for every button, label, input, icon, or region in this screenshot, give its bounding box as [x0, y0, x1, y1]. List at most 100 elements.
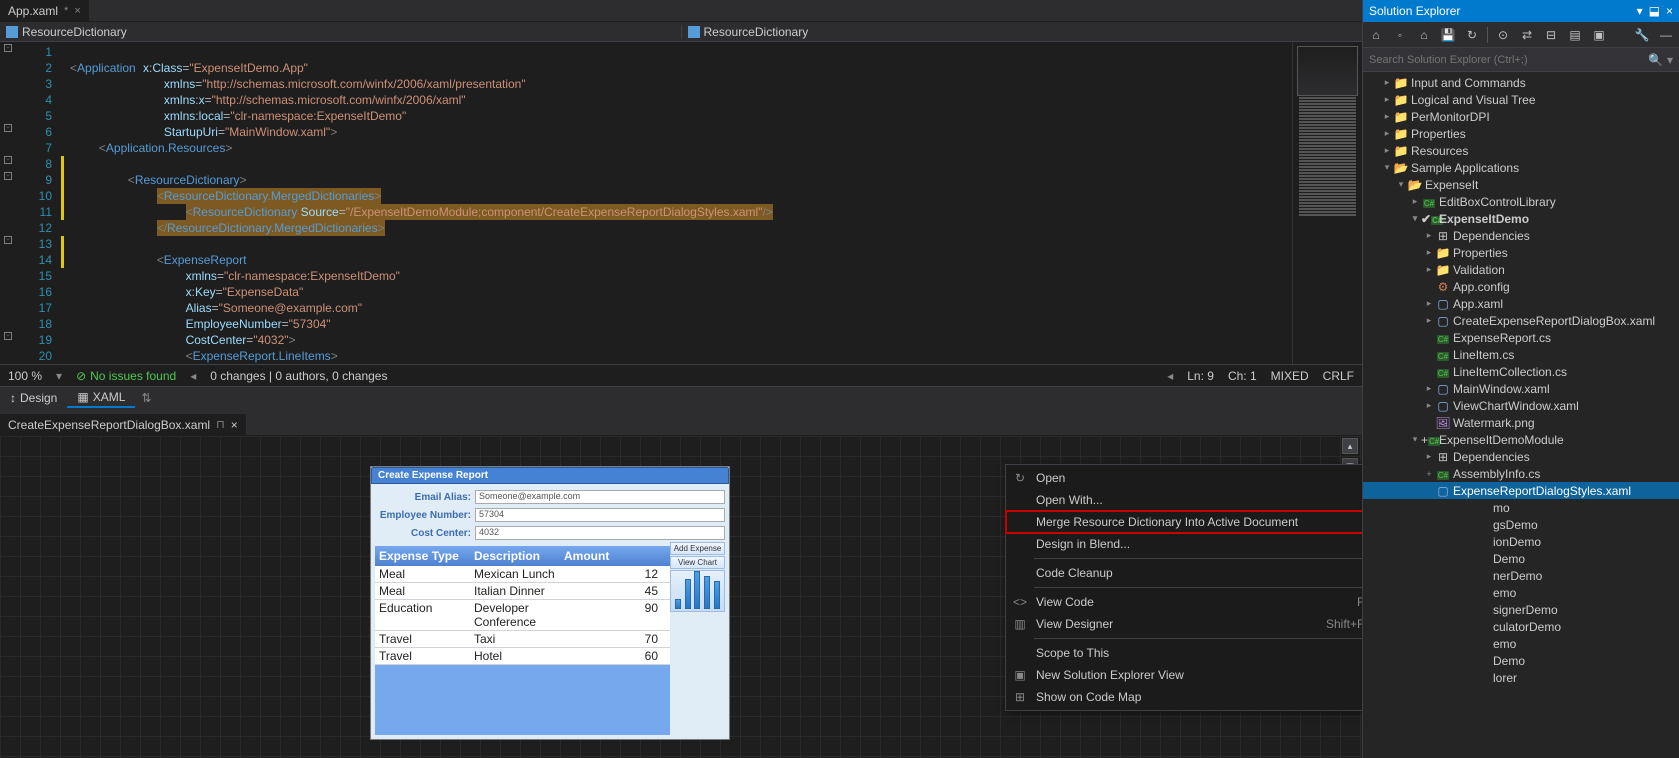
fold-toggle[interactable]: -: [4, 332, 12, 340]
ctx-merge-resource-dictionary[interactable]: Merge Resource Dictionary Into Active Do…: [1006, 511, 1362, 533]
expand-icon[interactable]: ▸: [1381, 77, 1393, 88]
view-chart-button[interactable]: View Chart: [670, 556, 725, 569]
fold-toggle[interactable]: -: [4, 124, 12, 132]
table-row[interactable]: MealMexican Lunch12: [375, 566, 670, 583]
tree-node-lineitem[interactable]: C#LineItem.cs: [1363, 346, 1679, 363]
tree-node-editbox[interactable]: ▸C#EditBoxControlLibrary: [1363, 193, 1679, 210]
tree-node-dep[interactable]: ▸⊞Dependencies: [1363, 227, 1679, 244]
expand-icon[interactable]: ▸: [1423, 298, 1435, 309]
tree-node-watermark[interactable]: 🖼Watermark.png: [1363, 414, 1679, 431]
expand-icon[interactable]: +: [1423, 469, 1435, 479]
wrench-icon[interactable]: 🔧: [1633, 26, 1651, 44]
tree-node-hidden[interactable]: Demo: [1363, 550, 1679, 567]
expand-icon[interactable]: ▸: [1381, 145, 1393, 156]
issues-status[interactable]: ⊘ No issues found: [76, 369, 176, 383]
tree-node-demomodule[interactable]: ▾+C#ExpenseItDemoModule: [1363, 431, 1679, 448]
xaml-tab[interactable]: ▦ XAML: [67, 387, 135, 408]
ctx-show-codemap[interactable]: ⊞ Show on Code Map ▸: [1006, 686, 1362, 708]
code-content[interactable]: <Application x:Class="ExpenseItDemo.App"…: [66, 42, 1292, 364]
dash-icon[interactable]: —: [1657, 26, 1675, 44]
tree-node-hidden[interactable]: signerDemo: [1363, 601, 1679, 618]
tree-node-logvis[interactable]: ▸📁Logical and Visual Tree: [1363, 91, 1679, 108]
tree-node-valid[interactable]: ▸📁Validation: [1363, 261, 1679, 278]
tree-node-createdlg[interactable]: ▸▢CreateExpenseReportDialogBox.xaml: [1363, 312, 1679, 329]
file-tab-app-xaml[interactable]: App.xaml * ×: [0, 0, 89, 21]
tree-node-expreport[interactable]: C#ExpenseReport.cs: [1363, 329, 1679, 346]
tree-node-appxaml[interactable]: ▸▢App.xaml: [1363, 295, 1679, 312]
properties-icon[interactable]: ▤: [1566, 26, 1584, 44]
expand-icon[interactable]: ▸: [1423, 383, 1435, 394]
expand-icon[interactable]: ▸: [1409, 196, 1421, 207]
pin-icon[interactable]: ⬓: [1649, 4, 1660, 18]
pin-icon[interactable]: ⊓: [216, 418, 225, 431]
showall-icon[interactable]: ⇄: [1518, 26, 1536, 44]
table-row[interactable]: TravelHotel60: [375, 648, 670, 665]
tree-node-hidden[interactable]: emo: [1363, 635, 1679, 652]
tree-node-appcfg[interactable]: ⚙App.config: [1363, 278, 1679, 295]
tree-node-permon[interactable]: ▸📁PerMonitorDPI: [1363, 108, 1679, 125]
tree-node-hidden[interactable]: mo: [1363, 499, 1679, 516]
fold-toggle[interactable]: -: [4, 44, 12, 52]
home-icon[interactable]: ⌂: [1367, 26, 1385, 44]
tree-node-demo[interactable]: ▾✔C#ExpenseItDemo: [1363, 210, 1679, 227]
sync-icon[interactable]: ⌂: [1415, 26, 1433, 44]
ctx-open[interactable]: ↻ Open: [1006, 467, 1362, 489]
tree-node-hidden[interactable]: ionDemo: [1363, 533, 1679, 550]
encoding-indicator[interactable]: MIXED: [1271, 369, 1309, 383]
expand-icon[interactable]: ▾: [1381, 162, 1393, 173]
ctx-new-explorer-view[interactable]: ▣ New Solution Explorer View: [1006, 664, 1362, 686]
col-indicator[interactable]: Ch: 1: [1228, 369, 1257, 383]
expand-icon[interactable]: ▾: [1395, 179, 1407, 190]
expand-icon[interactable]: ▸: [1423, 451, 1435, 462]
fold-toggle[interactable]: -: [4, 156, 12, 164]
code-editor[interactable]: - - - - - - 1234567 891011121314 1516171…: [0, 42, 1362, 364]
close-icon[interactable]: ×: [74, 5, 80, 17]
tree-node-hidden[interactable]: gsDemo: [1363, 516, 1679, 533]
expand-icon[interactable]: ▸: [1423, 264, 1435, 275]
expand-icon[interactable]: ▸: [1423, 247, 1435, 258]
ctx-design-blend[interactable]: Design in Blend...: [1006, 533, 1362, 555]
expand-icon[interactable]: ▸: [1423, 230, 1435, 241]
dropdown-icon[interactable]: ▾: [1637, 4, 1643, 18]
search-input[interactable]: [1369, 54, 1648, 66]
fold-toggle[interactable]: -: [4, 172, 12, 180]
table-row[interactable]: TravelTaxi70: [375, 631, 670, 648]
line-indicator[interactable]: Ln: 9: [1187, 369, 1214, 383]
nav-up-icon[interactable]: ▴: [1342, 438, 1358, 454]
tree-node-viewchart[interactable]: ▸▢ViewChartWindow.xaml: [1363, 397, 1679, 414]
expand-icon[interactable]: ▸: [1381, 111, 1393, 122]
tree-node-linecol[interactable]: C#LineItemCollection.cs: [1363, 363, 1679, 380]
tree-node-hidden[interactable]: lorer: [1363, 669, 1679, 686]
expand-icon[interactable]: ▾: [1409, 213, 1421, 224]
ctx-open-with[interactable]: Open With...: [1006, 489, 1362, 511]
zoom-level[interactable]: 100 %: [8, 369, 42, 383]
tree-node-hidden[interactable]: nerDemo: [1363, 567, 1679, 584]
close-icon[interactable]: ×: [231, 418, 238, 432]
tree-node-props2[interactable]: ▸📁Properties: [1363, 244, 1679, 261]
save-icon[interactable]: 💾: [1439, 26, 1457, 44]
changes-status[interactable]: 0 changes | 0 authors, 0 changes: [210, 369, 387, 383]
collapse-icon[interactable]: ⊟: [1542, 26, 1560, 44]
ctx-view-designer[interactable]: ▥ View Designer Shift+F7: [1006, 613, 1362, 635]
swap-icon[interactable]: ⇅: [135, 391, 157, 405]
design-tab[interactable]: ↕ Design: [0, 387, 67, 408]
tree-node-hidden[interactable]: emo: [1363, 584, 1679, 601]
expand-icon[interactable]: ▸: [1381, 128, 1393, 139]
table-row[interactable]: EducationDeveloper Conference90: [375, 600, 670, 631]
input-empno[interactable]: 57304: [475, 508, 725, 522]
designer-canvas[interactable]: Create Expense Report Email Alias: Someo…: [0, 436, 1362, 758]
tree-node-hidden[interactable]: culatorDemo: [1363, 618, 1679, 635]
input-alias[interactable]: Someone@example.com: [475, 490, 725, 504]
tree-node-res[interactable]: ▸📁Resources: [1363, 142, 1679, 159]
tree-node-asm[interactable]: +C#AssemblyInfo.cs: [1363, 465, 1679, 482]
back-icon[interactable]: ◦: [1391, 26, 1409, 44]
tree-node-hidden[interactable]: Demo: [1363, 652, 1679, 669]
table-row[interactable]: MealItalian Dinner45: [375, 583, 670, 600]
ctx-view-code[interactable]: <> View Code F7: [1006, 591, 1362, 613]
chevron-down-icon[interactable]: ▾: [1667, 53, 1673, 67]
lineending-indicator[interactable]: CRLF: [1323, 369, 1354, 383]
breadcrumb-right[interactable]: ResourceDictionary: [681, 25, 1363, 39]
ctx-code-cleanup[interactable]: Code Cleanup ▸: [1006, 562, 1362, 584]
refresh-icon[interactable]: ↻: [1463, 26, 1481, 44]
input-costcenter[interactable]: 4032: [475, 526, 725, 540]
